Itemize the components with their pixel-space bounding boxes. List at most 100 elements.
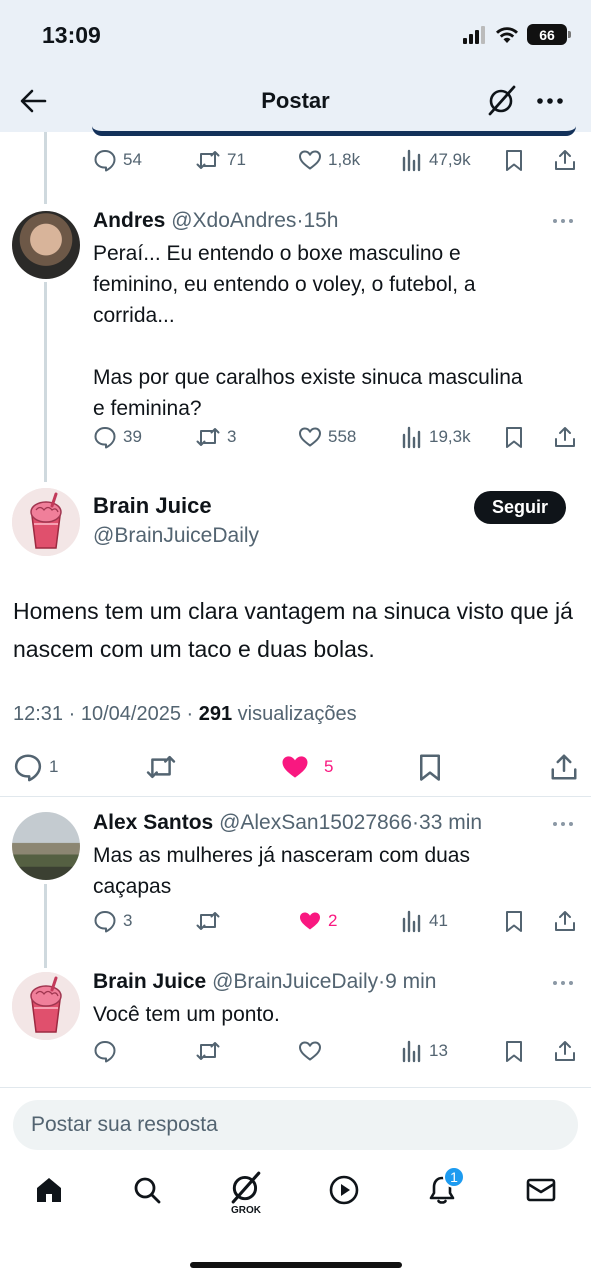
- reply-count: 39: [123, 427, 142, 446]
- share-icon: [555, 1041, 575, 1061]
- tweet-text: Mas as mulheres já nasceram com duas caç…: [93, 844, 470, 898]
- status-time: 13:09: [42, 22, 101, 48]
- reply-button[interactable]: [93, 1039, 117, 1063]
- heart-filled-icon: [282, 756, 308, 778]
- bookmark-button[interactable]: [503, 909, 525, 933]
- reply-count: 3: [123, 911, 133, 930]
- share-icon: [555, 911, 575, 931]
- share-icon: [551, 754, 577, 780]
- separator-dot: ·: [412, 811, 420, 834]
- repost-icon: [146, 755, 176, 779]
- reply-input[interactable]: Postar sua resposta: [13, 1100, 578, 1150]
- views-button[interactable]: 19,3k: [401, 425, 471, 449]
- tab-notifications[interactable]: 1: [417, 1166, 467, 1218]
- notifications-badge: 1: [443, 1166, 465, 1188]
- bookmark-icon: [420, 754, 440, 781]
- tweet-more-icon[interactable]: [551, 820, 575, 828]
- reply-icon: [94, 427, 116, 449]
- author-handle[interactable]: @BrainJuiceDaily: [93, 524, 259, 548]
- avatar[interactable]: [12, 488, 80, 556]
- like-button[interactable]: 5: [280, 752, 333, 782]
- share-button[interactable]: [549, 752, 579, 782]
- reply-button[interactable]: 3: [93, 909, 132, 933]
- avatar[interactable]: [12, 812, 80, 880]
- share-button[interactable]: [553, 909, 577, 933]
- author-handle: @XdoAndres: [171, 209, 297, 232]
- like-button[interactable]: [298, 1039, 322, 1063]
- share-button[interactable]: [553, 1039, 577, 1063]
- views-button[interactable]: 47,9k: [401, 148, 471, 172]
- views-button[interactable]: 41: [401, 909, 448, 933]
- post-text: Homens tem um clara vantagem na sinuca v…: [13, 598, 573, 662]
- tweet-author[interactable]: Alex Santos @AlexSan15027866·33 min: [93, 811, 482, 835]
- bookmark-button[interactable]: [503, 425, 525, 449]
- tab-grok[interactable]: GROK: [221, 1170, 271, 1224]
- tab-search[interactable]: [122, 1174, 172, 1218]
- views-count: 13: [429, 1041, 448, 1060]
- like-button[interactable]: 1,8k: [298, 148, 360, 172]
- like-button[interactable]: 558: [298, 425, 356, 449]
- tweet-time: 9 min: [385, 970, 437, 993]
- home-indicator: [190, 1262, 402, 1268]
- reply-icon: [14, 754, 42, 782]
- author-handle: @BrainJuiceDaily: [212, 970, 379, 993]
- tab-messages[interactable]: [516, 1174, 566, 1218]
- views-count: 19,3k: [429, 427, 471, 446]
- tweet-more-icon[interactable]: [551, 217, 575, 225]
- tweet-actions: 39 3 558 19,3k: [93, 425, 578, 455]
- tweet-actions: 3 2 41: [93, 909, 578, 939]
- reply-button[interactable]: 39: [93, 425, 142, 449]
- divider: [0, 1087, 591, 1088]
- prev-tweet-actions: 54 71 1,8k 47,9k: [93, 148, 578, 178]
- avatar[interactable]: [12, 211, 80, 279]
- post-meta: 12:31 · 10/04/2025 · 291 visualizações: [13, 703, 357, 725]
- views-button[interactable]: 13: [401, 1039, 448, 1063]
- share-button[interactable]: [553, 148, 577, 172]
- more-options-button[interactable]: [535, 86, 571, 116]
- views-count: 291: [198, 703, 233, 725]
- tweet-actions: 13: [93, 1039, 578, 1069]
- tweet-author[interactable]: Brain Juice @BrainJuiceDaily·9 min: [93, 970, 436, 994]
- grok-button[interactable]: [487, 84, 517, 118]
- mail-icon: [526, 1178, 556, 1202]
- bookmark-button[interactable]: [503, 1039, 525, 1063]
- repost-button[interactable]: 3: [195, 425, 236, 449]
- repost-button[interactable]: 71: [195, 148, 246, 172]
- bookmark-button[interactable]: [416, 752, 444, 782]
- repost-button[interactable]: [195, 909, 221, 933]
- grok-label: GROK: [231, 1205, 261, 1216]
- repost-button[interactable]: [145, 752, 177, 782]
- thread-line: [44, 132, 47, 204]
- share-button[interactable]: [553, 425, 577, 449]
- like-button[interactable]: 2: [298, 909, 337, 933]
- tab-video[interactable]: [319, 1174, 369, 1218]
- tweet-text: Você tem um ponto.: [93, 1003, 280, 1026]
- tweet-more-icon[interactable]: [551, 979, 575, 987]
- views-count: 47,9k: [429, 150, 471, 169]
- bookmark-button[interactable]: [503, 148, 525, 172]
- thread-line: [44, 282, 47, 482]
- repost-count: 3: [227, 427, 237, 446]
- follow-button[interactable]: Seguir: [474, 491, 566, 524]
- reply-count: 54: [123, 150, 142, 169]
- views-icon: [402, 426, 421, 449]
- smoothie-logo-icon: [12, 488, 80, 556]
- reply-button[interactable]: 1: [13, 752, 58, 782]
- tab-home[interactable]: [24, 1174, 74, 1218]
- status-icons: 66: [463, 24, 571, 45]
- repost-icon: [196, 1042, 220, 1060]
- post-actions: 1 5: [0, 750, 591, 786]
- repost-button[interactable]: [195, 1039, 221, 1063]
- like-count: 1,8k: [328, 150, 361, 169]
- tweet-author[interactable]: Andres @XdoAndres·15h: [93, 209, 338, 233]
- tweet-time: 15h: [303, 209, 339, 232]
- reply-button[interactable]: 54: [93, 148, 142, 172]
- bookmark-icon: [506, 150, 522, 171]
- repost-icon: [196, 912, 220, 930]
- bookmark-icon: [506, 427, 522, 448]
- author-name[interactable]: Brain Juice: [93, 493, 212, 519]
- author-name: Brain Juice: [93, 970, 207, 993]
- avatar[interactable]: [12, 972, 80, 1040]
- share-icon: [555, 150, 575, 170]
- bookmark-icon: [506, 1041, 522, 1062]
